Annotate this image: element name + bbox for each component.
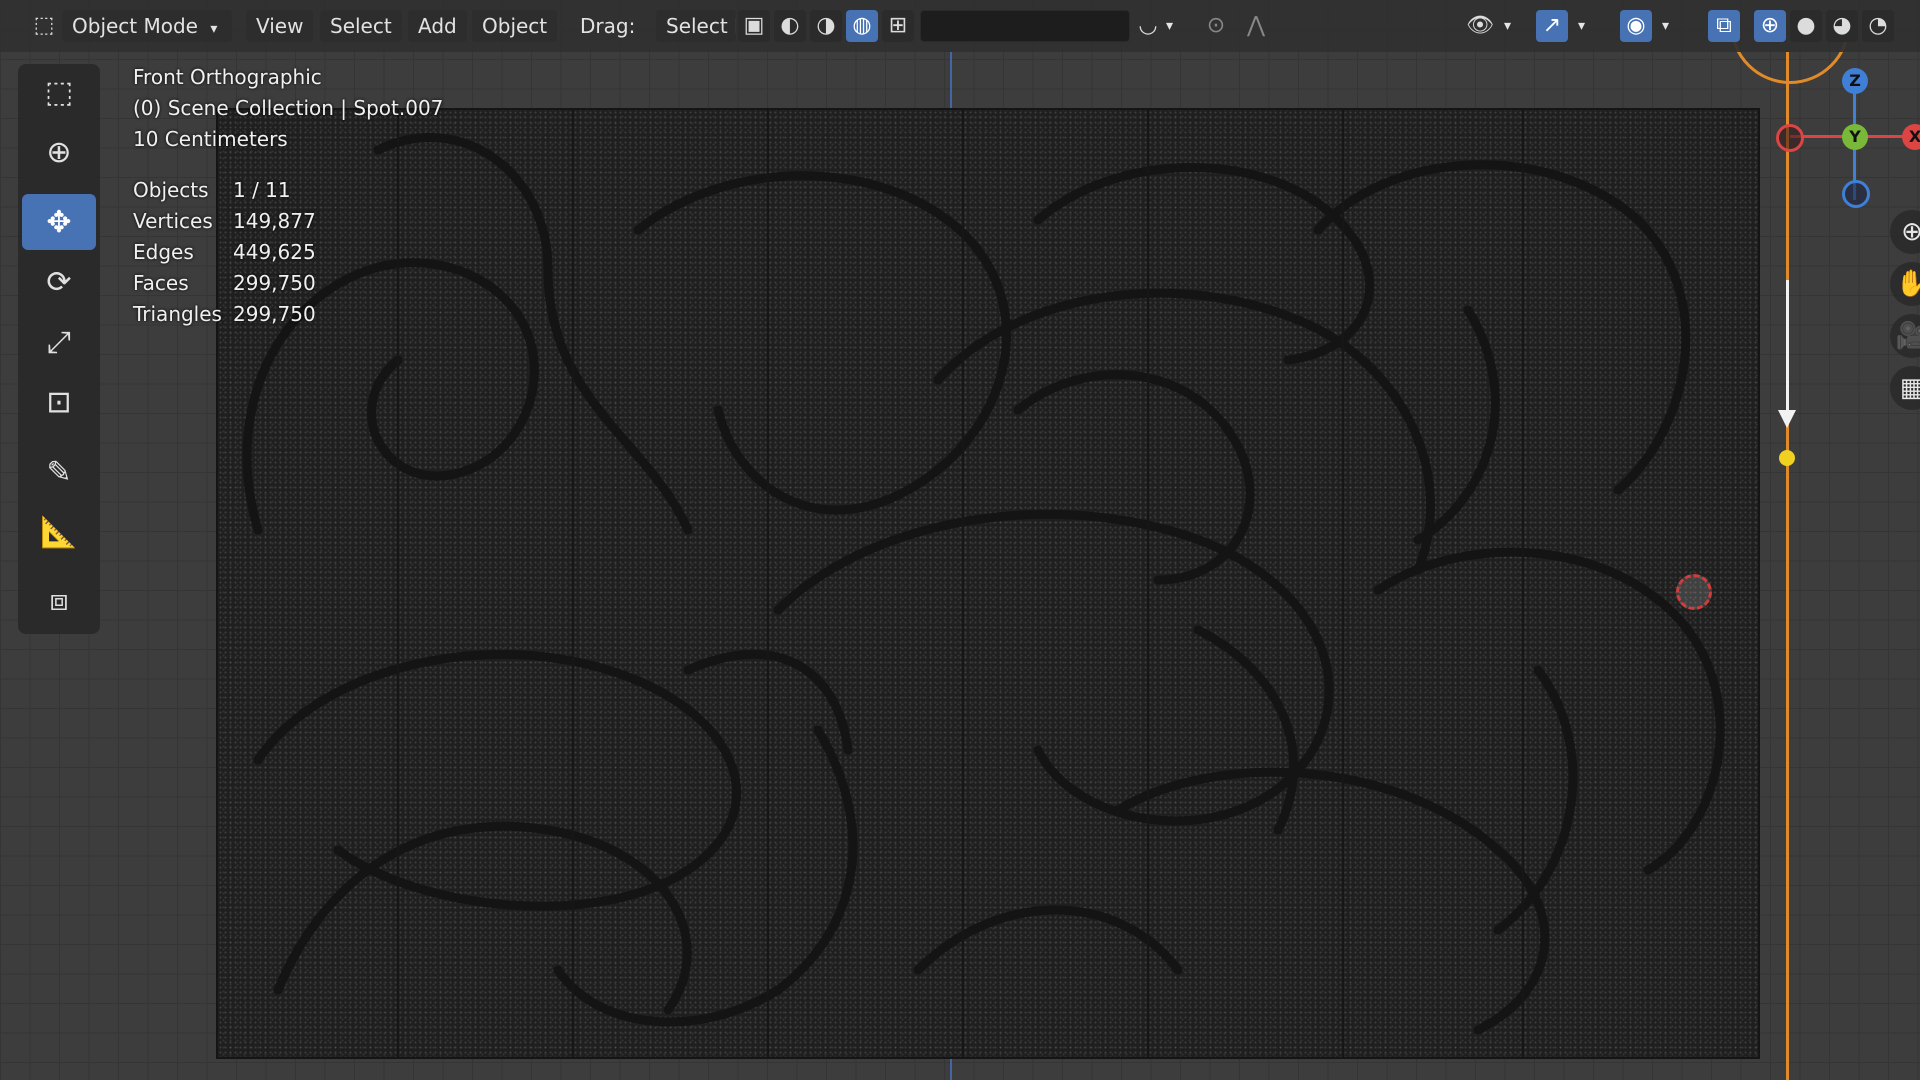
chevron-down-icon[interactable]: ▾	[1504, 10, 1511, 42]
scale-icon[interactable]: ⤢	[22, 314, 96, 370]
falloff-curve-icon[interactable]: ⋀	[1240, 10, 1272, 42]
stat-value: 299,750	[233, 271, 316, 295]
drag-label: Drag:	[580, 14, 636, 38]
grid-scale: 10 Centimeters	[133, 127, 288, 151]
rendered-shading-icon[interactable]: ◔	[1862, 10, 1894, 42]
add-cube-icon[interactable]: ⧈	[22, 572, 96, 628]
stat-value: 1 / 11	[233, 178, 291, 202]
drag-select-dropdown[interactable]: Select I	[656, 10, 736, 42]
gizmo-z-axis[interactable]: Z	[1842, 68, 1868, 94]
editor-type-icon[interactable]: ⬚	[28, 10, 60, 42]
chevron-down-icon[interactable]: ▾	[1662, 10, 1669, 42]
wireframe-shading-icon[interactable]: ⊕	[1754, 10, 1786, 42]
rotate-icon[interactable]: ⟳	[22, 254, 96, 310]
mesh-pattern	[242, 110, 1725, 1057]
chevron-down-icon: ▾	[210, 21, 218, 37]
proportional-edit-icon[interactable]: ⊙	[1200, 10, 1232, 42]
chevron-down-icon[interactable]: ▾	[1578, 10, 1585, 42]
relief-mesh-object[interactable]	[216, 108, 1760, 1059]
visibility-icon[interactable]: 👁	[1464, 10, 1496, 42]
search-input[interactable]	[920, 10, 1130, 42]
view-name: Front Orthographic	[133, 65, 322, 89]
select-mode-extend-icon[interactable]: ◐	[774, 10, 806, 42]
3d-cursor[interactable]	[1676, 574, 1712, 610]
move-icon[interactable]: ✥	[22, 194, 96, 250]
menu-select[interactable]: Select	[320, 10, 402, 42]
stat-label: Objects	[133, 178, 209, 202]
menu-object[interactable]: Object	[472, 10, 558, 42]
stat-value: 449,625	[233, 240, 316, 264]
mode-label: Object Mode	[72, 14, 198, 38]
gizmo-x-axis[interactable]: X	[1902, 124, 1920, 150]
viewport-header: ⬚ Object Mode ▾ View Select Add Object D…	[0, 0, 1920, 52]
proportional-falloff-icon[interactable]: ◡	[1132, 10, 1164, 42]
light-origin-dot[interactable]	[1779, 450, 1795, 466]
select-mode-subtract-icon[interactable]: ◑	[810, 10, 842, 42]
stat-value: 299,750	[233, 302, 316, 326]
gizmo-neg-z-axis[interactable]	[1842, 180, 1870, 208]
gizmo-neg-x-axis[interactable]	[1776, 124, 1804, 152]
3d-viewport[interactable]	[0, 0, 1920, 1080]
measure-icon[interactable]: 📐	[22, 504, 96, 560]
tool-shelf: ⬚ ⊕ ✥ ⟳ ⤢ ⊡ ✎ 📐 ⧈	[18, 64, 100, 634]
gizmo-y-axis[interactable]: Y	[1842, 124, 1868, 150]
stat-label: Triangles	[133, 302, 222, 326]
collection-info: (0) Scene Collection | Spot.007	[133, 96, 444, 120]
stat-label: Faces	[133, 271, 189, 295]
light-direction-line	[1786, 280, 1789, 420]
select-mode-set-icon[interactable]: ▣	[738, 10, 770, 42]
stat-label: Vertices	[133, 209, 213, 233]
mode-selector[interactable]: Object Mode ▾	[62, 10, 232, 42]
cursor-icon[interactable]: ⊕	[22, 124, 96, 180]
solid-shading-icon[interactable]: ●	[1790, 10, 1822, 42]
annotate-icon[interactable]: ✎	[22, 444, 96, 500]
select-mode-invert-icon[interactable]: ◍	[846, 10, 878, 42]
xray-toggle-icon[interactable]: ⧉	[1708, 10, 1740, 42]
select-mode-intersect-icon[interactable]: ⊞	[882, 10, 914, 42]
select-box-icon[interactable]: ⬚	[22, 64, 96, 120]
chevron-down-icon[interactable]: ▾	[1166, 10, 1173, 42]
material-shading-icon[interactable]: ◕	[1826, 10, 1858, 42]
gizmo-toggle-icon[interactable]: ↗	[1536, 10, 1568, 42]
transform-icon[interactable]: ⊡	[22, 374, 96, 430]
stat-value: 149,877	[233, 209, 316, 233]
menu-add[interactable]: Add	[408, 10, 467, 42]
light-direction-arrow	[1778, 410, 1796, 428]
menu-view[interactable]: View	[246, 10, 314, 42]
overlays-toggle-icon[interactable]: ◉	[1620, 10, 1652, 42]
navigation-gizmo[interactable]: Z Y X	[1770, 64, 1920, 214]
stat-label: Edges	[133, 240, 194, 264]
